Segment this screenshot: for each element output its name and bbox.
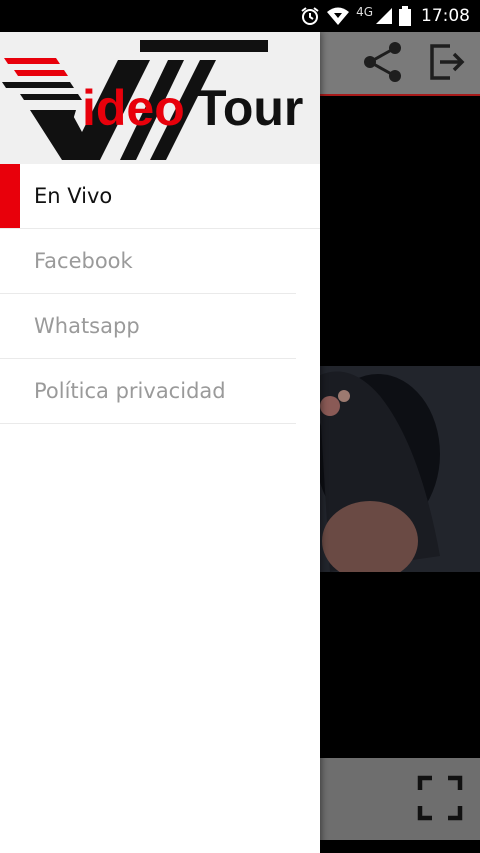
share-icon: [361, 39, 407, 90]
status-icons: 4G 17:08: [300, 0, 470, 32]
navigation-drawer: ideo Tour En Vivo Facebook Whatsapp Polí…: [0, 32, 320, 853]
videotour-logo: ideo Tour: [2, 40, 303, 160]
fullscreen-button[interactable]: [414, 774, 466, 826]
exit-button[interactable]: [424, 40, 472, 88]
logo-text-tour: Tour: [196, 80, 303, 136]
status-bar: 4G 17:08: [0, 0, 480, 32]
menu-item-label: Política privacidad: [34, 379, 226, 403]
menu-item-label: En Vivo: [34, 184, 113, 208]
battery-icon: [399, 6, 411, 26]
fullscreen-icon: [417, 775, 463, 826]
exit-icon: [428, 42, 468, 87]
share-button[interactable]: [360, 40, 408, 88]
signal-icon: [375, 7, 393, 25]
menu-item-privacy-policy[interactable]: Política privacidad: [0, 359, 296, 424]
drawer-menu: En Vivo Facebook Whatsapp Política priva…: [0, 164, 320, 424]
menu-item-whatsapp[interactable]: Whatsapp: [0, 294, 296, 359]
logo-text-video: ideo: [82, 80, 185, 136]
menu-item-facebook[interactable]: Facebook: [0, 229, 296, 294]
alarm-icon: [300, 6, 320, 26]
menu-item-label: Facebook: [34, 249, 133, 273]
clock: 17:08: [421, 6, 470, 26]
network-type-label: 4G: [356, 5, 373, 19]
menu-item-label: Whatsapp: [34, 314, 140, 338]
drawer-header: ideo Tour: [0, 32, 320, 164]
menu-item-en-vivo[interactable]: En Vivo: [0, 164, 320, 229]
wifi-icon: [326, 6, 350, 26]
